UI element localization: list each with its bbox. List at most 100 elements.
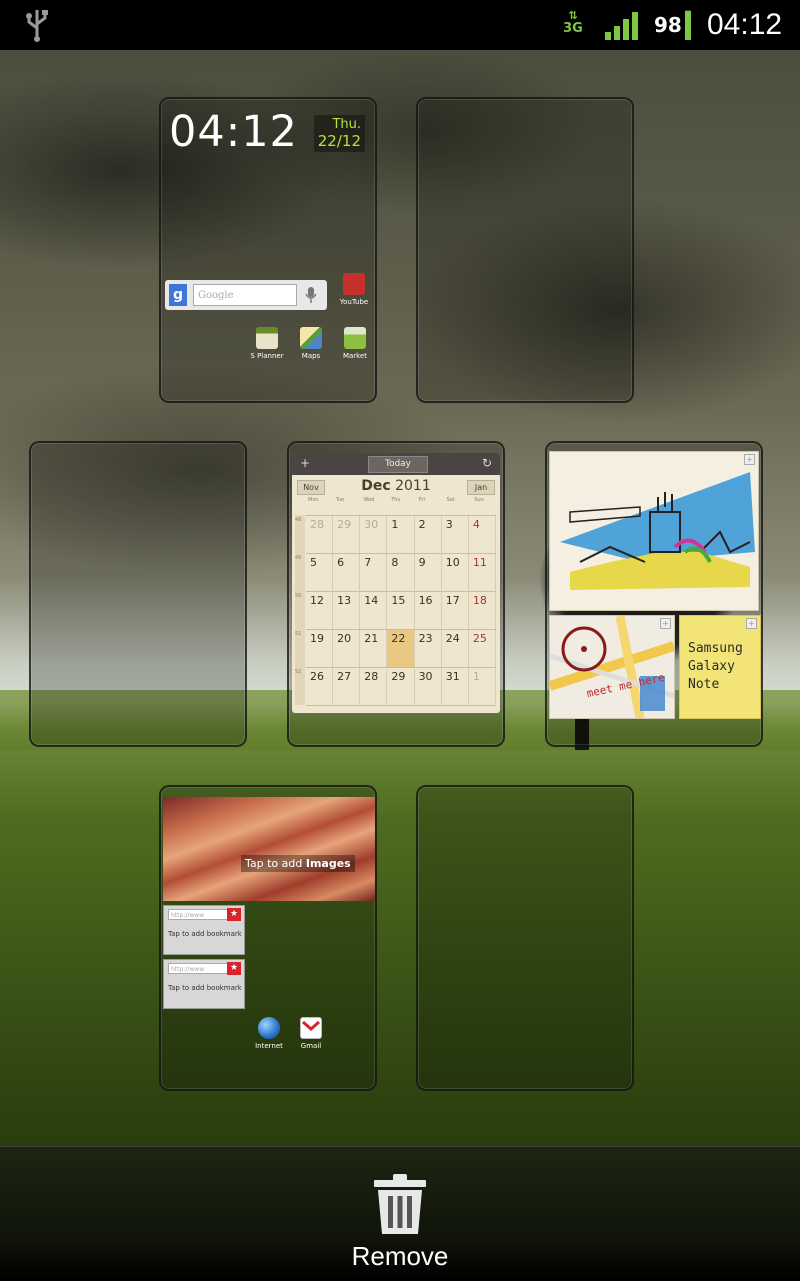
- app-gmail[interactable]: Gmail: [289, 1017, 333, 1051]
- add-event-icon[interactable]: +: [300, 456, 310, 470]
- app-label: Maps: [301, 352, 321, 360]
- bookmark-url-field: http://www: [168, 909, 230, 920]
- calendar-week-numbers: 48 49 50 51 52: [295, 515, 305, 705]
- app-s-planner[interactable]: S Planner: [245, 327, 289, 361]
- add-memo-icon[interactable]: +: [744, 454, 755, 465]
- weekday-label: Fri: [418, 497, 425, 503]
- calendar-day-cell[interactable]: 1: [468, 668, 496, 706]
- maps-icon: [300, 327, 322, 349]
- calendar-day-cell[interactable]: 20: [333, 630, 361, 668]
- app-label: YouTube: [339, 298, 369, 306]
- calendar-toolbar: + Today ↻: [292, 453, 500, 475]
- calendar-day-cell[interactable]: 31: [441, 668, 469, 706]
- calendar-day-cell[interactable]: 23: [414, 630, 442, 668]
- calendar-day-cell[interactable]: 30: [360, 516, 388, 554]
- calendar-day-cell[interactable]: 25: [468, 630, 496, 668]
- clock-widget: 04:12 Thu. 22/12: [163, 107, 371, 161]
- calendar-day-cell[interactable]: 27: [333, 668, 361, 706]
- google-search-widget[interactable]: g Google: [165, 280, 327, 310]
- bookmark-widget-1[interactable]: http://www ★ Tap to add bookmark: [163, 905, 245, 955]
- calendar-day-cell[interactable]: 5: [306, 554, 334, 592]
- today-button[interactable]: Today: [368, 456, 428, 473]
- bookmark-star-icon: ★: [227, 908, 241, 921]
- home-screen-panel-6[interactable]: Tap to add Images http://www ★ Tap to ad…: [159, 785, 377, 1091]
- home-screen-panel-2[interactable]: [416, 97, 634, 403]
- home-screen-panel-5[interactable]: + + meet me here + Samsung Galaxy Note: [545, 441, 763, 747]
- calendar-day-cell[interactable]: 2: [414, 516, 442, 554]
- calendar-day-cell[interactable]: 17: [441, 592, 469, 630]
- app-label: S Planner: [250, 352, 284, 360]
- calendar-day-cell[interactable]: 26: [306, 668, 334, 706]
- next-month-button[interactable]: Jan: [467, 480, 495, 495]
- calendar-day-cell[interactable]: 24: [441, 630, 469, 668]
- calendar-day-cell[interactable]: 30: [414, 668, 442, 706]
- refresh-icon[interactable]: ↻: [482, 456, 492, 470]
- home-screen-panel-3[interactable]: [29, 441, 247, 747]
- usb-icon: [24, 8, 50, 50]
- memo-note-text: Samsung Galaxy Note: [688, 641, 743, 692]
- gmail-icon: [300, 1017, 322, 1039]
- calendar-day-cell[interactable]: 12: [306, 592, 334, 630]
- app-label: Market: [342, 352, 368, 360]
- microphone-icon[interactable]: [305, 286, 317, 304]
- calendar-day-cell[interactable]: 22: [387, 630, 415, 668]
- app-market[interactable]: Market: [333, 327, 377, 361]
- add-memo-icon[interactable]: +: [660, 618, 671, 629]
- calendar-day-cell[interactable]: 9: [414, 554, 442, 592]
- youtube-icon: [343, 273, 365, 295]
- home-screen-panel-7[interactable]: [416, 785, 634, 1091]
- trash-icon: [372, 1172, 428, 1236]
- memo-map[interactable]: + meet me here: [549, 615, 675, 719]
- calendar-day-cell[interactable]: 11: [468, 554, 496, 592]
- image-widget-caption-prefix: Tap to add: [245, 857, 306, 870]
- add-memo-icon[interactable]: +: [746, 618, 757, 629]
- calendar-widget[interactable]: + Today ↻ Nov Dec 2011 Jan Mon Tue Wed Thu F…: [292, 453, 500, 713]
- calendar-day-cell[interactable]: 8: [387, 554, 415, 592]
- calendar-day-cell[interactable]: 29: [387, 668, 415, 706]
- calendar-day-cell[interactable]: 6: [333, 554, 361, 592]
- week-number: 51: [295, 629, 305, 667]
- calendar-day-cell[interactable]: 3: [441, 516, 469, 554]
- calendar-day-cell[interactable]: 16: [414, 592, 442, 630]
- app-label: Internet: [255, 1042, 283, 1050]
- app-youtube[interactable]: YouTube: [332, 273, 376, 307]
- calendar-day-cell[interactable]: 10: [441, 554, 469, 592]
- internet-icon: [258, 1017, 280, 1039]
- calendar-day-cell[interactable]: 14: [360, 592, 388, 630]
- image-widget[interactable]: Tap to add Images: [163, 797, 375, 901]
- calendar-day-cell[interactable]: 28: [306, 516, 334, 554]
- app-maps[interactable]: Maps: [289, 327, 333, 361]
- calendar-day-cell[interactable]: 21: [360, 630, 388, 668]
- search-input[interactable]: Google: [193, 284, 297, 306]
- calendar-day-cell[interactable]: 4: [468, 516, 496, 554]
- home-screen-panel-4[interactable]: + Today ↻ Nov Dec 2011 Jan Mon Tue Wed Thu F…: [287, 441, 505, 747]
- calendar-day-cell[interactable]: 1: [387, 516, 415, 554]
- app-internet[interactable]: Internet: [247, 1017, 291, 1051]
- memo-note[interactable]: + Samsung Galaxy Note: [679, 615, 761, 719]
- calendar-day-cell[interactable]: 19: [306, 630, 334, 668]
- calendar-day-cell[interactable]: 7: [360, 554, 388, 592]
- home-screen-panel-1[interactable]: 04:12 Thu. 22/12 g Google YouTube S Plan…: [159, 97, 377, 403]
- remove-label: Remove: [351, 1241, 449, 1271]
- calendar-day-cell[interactable]: 18: [468, 592, 496, 630]
- calendar-day-cell[interactable]: 29: [333, 516, 361, 554]
- calendar-grid[interactable]: 28 29 30 1 2 3 4 5 6 7 8 9 10 11 12 13 14 15 16 17 18 19 20 21 2…: [306, 515, 496, 706]
- week-number: 50: [295, 591, 305, 629]
- signal-strength-icon: [605, 12, 639, 40]
- bookmark-url-field: http://www: [168, 963, 230, 974]
- calendar-month-nav: Nov Dec 2011 Jan: [292, 475, 500, 497]
- calendar-day-cell[interactable]: 15: [387, 592, 415, 630]
- bookmark-widget-2[interactable]: http://www ★ Tap to add bookmark: [163, 959, 245, 1009]
- image-widget-caption: Tap to add Images: [241, 855, 355, 872]
- app-label: Gmail: [300, 1042, 322, 1050]
- calendar-day-cell[interactable]: 28: [360, 668, 388, 706]
- memo-sketch-castle[interactable]: +: [549, 451, 759, 611]
- map-sketch-image: [550, 616, 674, 718]
- calendar-weekday-header: Mon Tue Wed Thu Fri Sat Sun: [306, 497, 500, 506]
- network-type-indicator: ⇅ 3G: [563, 9, 583, 36]
- market-icon: [344, 327, 366, 349]
- bookmark-star-icon: ★: [227, 962, 241, 975]
- s-planner-icon: [256, 327, 278, 349]
- castle-sketch-image: [560, 472, 755, 590]
- calendar-day-cell[interactable]: 13: [333, 592, 361, 630]
